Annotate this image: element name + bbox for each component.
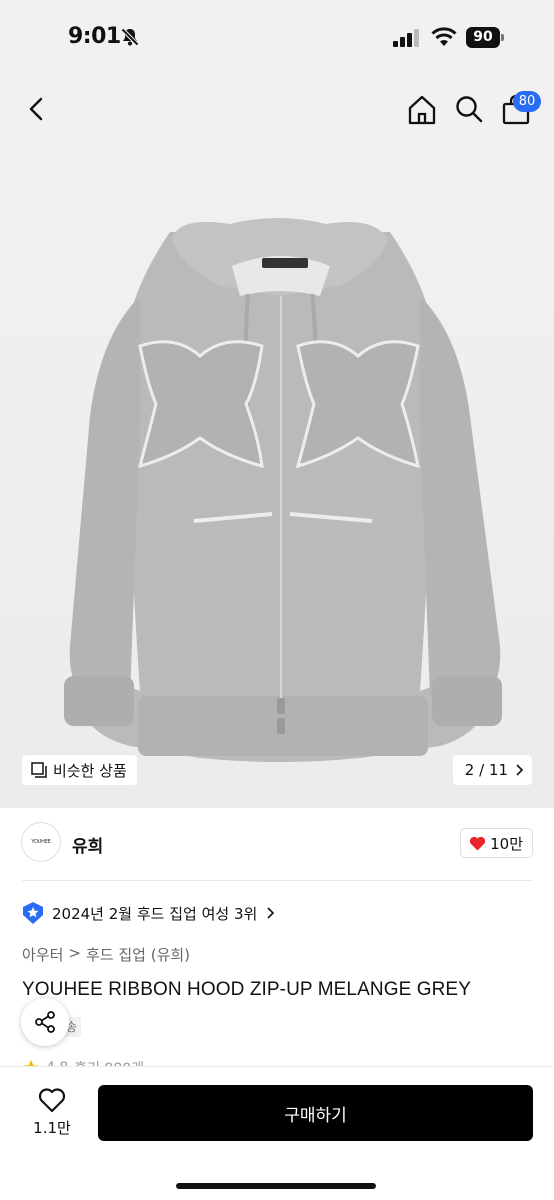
bell-slash-icon bbox=[120, 27, 140, 47]
wishlist-button[interactable]: 1.1만 bbox=[22, 1087, 82, 1147]
search-icon[interactable] bbox=[454, 94, 484, 124]
signal-icon bbox=[393, 29, 419, 47]
image-page-indicator[interactable]: 2 / 11 bbox=[452, 755, 532, 785]
similar-products-button[interactable]: 비슷한 상품 bbox=[22, 755, 137, 785]
ranking-link[interactable]: 2024년 2월 후드 집업 여성 3위 bbox=[22, 900, 275, 926]
category-level1[interactable]: 아우터 bbox=[22, 944, 63, 965]
wishlist-count: 1.1만 bbox=[33, 1119, 71, 1137]
wifi-icon bbox=[431, 27, 457, 46]
back-chevron-icon[interactable] bbox=[22, 94, 52, 124]
status-time: 9:01 bbox=[68, 24, 121, 49]
share-button[interactable] bbox=[21, 998, 69, 1046]
section-divider bbox=[22, 880, 532, 881]
heart-outline-icon bbox=[38, 1088, 66, 1113]
heart-filled-icon bbox=[469, 836, 486, 850]
product-image-gallery[interactable]: 비슷한 상품 2 / 11 bbox=[0, 146, 554, 808]
brand-name[interactable]: 유희 bbox=[72, 832, 103, 857]
battery-icon: 90 bbox=[466, 27, 504, 48]
breadcrumb-separator: > bbox=[68, 944, 81, 962]
similar-items-icon bbox=[31, 762, 47, 778]
brand-like-button[interactable]: 10만 bbox=[460, 828, 533, 858]
category-level2[interactable]: 후드 집업 (유희) bbox=[86, 944, 190, 965]
battery-tip bbox=[501, 34, 504, 41]
home-indicator bbox=[176, 1183, 376, 1189]
product-title: YOUHEE RIBBON HOOD ZIP-UP MELANGE GREY bbox=[22, 979, 471, 1000]
battery-level: 90 bbox=[466, 27, 500, 48]
ranking-text: 2024년 2월 후드 집업 여성 3위 bbox=[52, 904, 258, 923]
product-image bbox=[64, 218, 502, 762]
bottom-action-bar: 1.1만 구매하기 bbox=[0, 1066, 554, 1200]
home-icon[interactable] bbox=[406, 94, 438, 126]
status-bar: 9:01 90 bbox=[0, 0, 554, 74]
top-nav-bar bbox=[0, 74, 554, 146]
cart-count-badge: 80 bbox=[513, 91, 541, 112]
brand-logo[interactable]: YOUHEE bbox=[21, 822, 61, 862]
page-indicator-text: 2 / 11 bbox=[464, 761, 508, 779]
share-icon bbox=[35, 1011, 55, 1033]
brand-like-count: 10만 bbox=[490, 834, 523, 853]
chevron-right-icon bbox=[516, 764, 524, 776]
category-breadcrumb: 아우터 > 후드 집업 (유희) bbox=[22, 944, 190, 965]
chevron-right-icon bbox=[267, 907, 275, 919]
ranking-badge-icon bbox=[23, 902, 43, 924]
brand-row[interactable]: YOUHEE 유희 10만 bbox=[0, 808, 554, 880]
brand-logo-text: YOUHEE bbox=[31, 839, 51, 845]
buy-button[interactable]: 구매하기 bbox=[98, 1085, 533, 1141]
similar-products-label: 비슷한 상품 bbox=[53, 761, 127, 780]
